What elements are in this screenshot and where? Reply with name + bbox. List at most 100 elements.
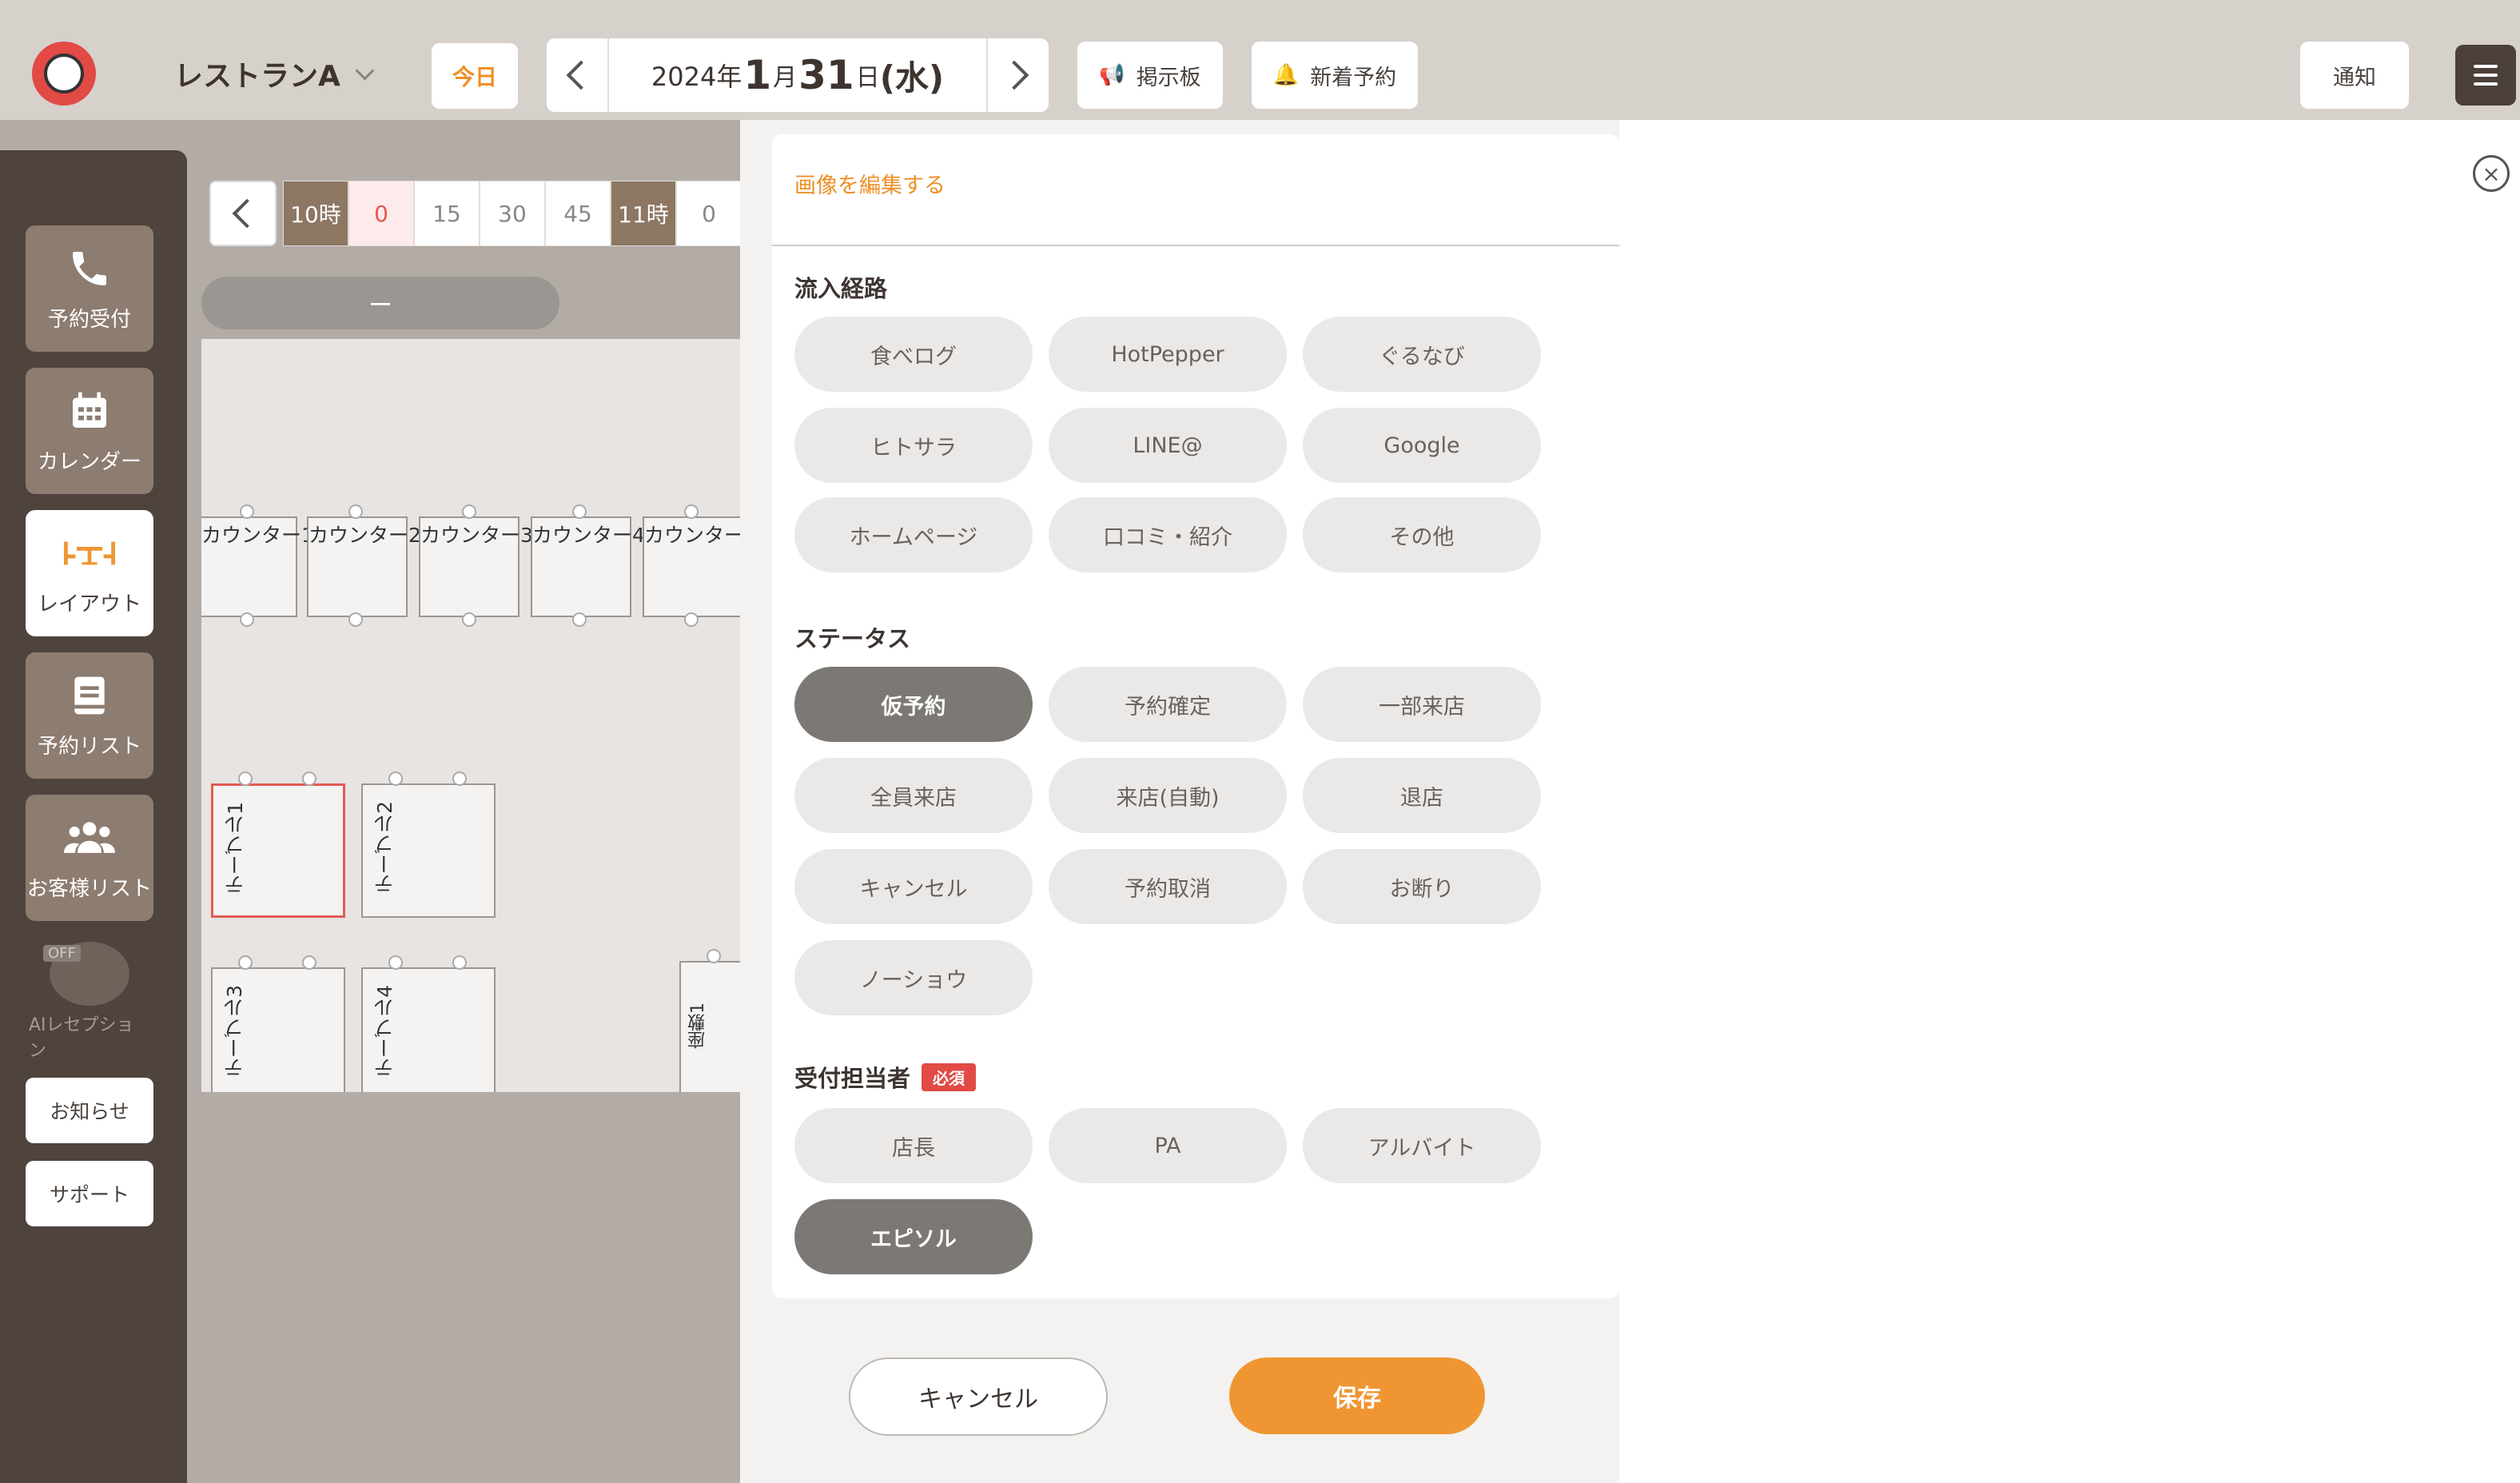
edit-image-link[interactable]: 画像を編集する	[794, 168, 945, 199]
timeline-prev-button[interactable]	[209, 181, 277, 246]
book-icon	[64, 672, 115, 719]
source-option[interactable]: LINE@	[1049, 408, 1287, 483]
status-option[interactable]: キャンセル	[794, 849, 1033, 924]
time-cell[interactable]: 0	[348, 181, 414, 246]
counter-seat-1[interactable]: カウンター1	[201, 516, 314, 617]
app-logo[interactable]	[32, 42, 96, 106]
close-icon[interactable]: ×	[2473, 155, 2510, 192]
seat-label: テーブル2	[373, 801, 396, 894]
section-divider	[772, 245, 1619, 246]
zashiki-seat-1[interactable]: 座敷1	[679, 961, 745, 1092]
sidebar-item-label: 予約受付	[47, 307, 131, 332]
megaphone-icon: 📢	[1099, 63, 1125, 87]
date-weekday: (水)	[879, 58, 945, 98]
support-button[interactable]: サポート	[26, 1161, 153, 1226]
chair-marker	[348, 612, 363, 627]
chevron-right-icon	[999, 60, 1029, 90]
staff-option-selected[interactable]: エピソル	[794, 1199, 1033, 1274]
status-option[interactable]: 来店(自動)	[1049, 758, 1287, 833]
source-option[interactable]: ヒトサラ	[794, 408, 1033, 483]
time-cell[interactable]: 15	[414, 181, 480, 246]
source-option[interactable]: 食べログ	[794, 317, 1033, 392]
chair-marker	[684, 612, 699, 627]
chair-marker	[462, 504, 476, 519]
required-badge: 必須	[922, 1062, 977, 1091]
source-option[interactable]: その他	[1303, 497, 1541, 572]
new-reservation-button[interactable]: 🔔 新着予約	[1252, 42, 1418, 109]
counter-seat-5[interactable]: カウンター	[643, 516, 745, 617]
sidebar-item-calendar[interactable]: カレンダー	[26, 368, 153, 494]
chevron-down-icon	[355, 60, 375, 81]
counter-seat-2[interactable]: カウンター2	[307, 516, 421, 617]
counter-seat-4[interactable]: カウンター4	[531, 516, 645, 617]
source-option[interactable]: Google	[1303, 408, 1541, 483]
status-option[interactable]: 予約確定	[1049, 667, 1287, 742]
chair-marker	[462, 612, 476, 627]
table-seat-3[interactable]: テーブル3	[211, 967, 345, 1092]
table-seat-4[interactable]: テーブル4	[361, 967, 496, 1092]
store-selector[interactable]: レストランA	[174, 53, 375, 94]
cancel-button[interactable]: キャンセル	[849, 1357, 1108, 1436]
layout-icon	[64, 530, 115, 576]
date-picker: 2024年 1 月 31 日 (水)	[547, 38, 1049, 112]
floor-selector-pill[interactable]: ー	[201, 277, 559, 329]
source-section-title: 流入経路	[794, 270, 887, 304]
date-month-unit: 月	[773, 64, 798, 92]
counter-seat-3[interactable]: カウンター3	[419, 516, 533, 617]
seat-label: テーブル4	[373, 985, 396, 1078]
save-button[interactable]: 保存	[1229, 1357, 1485, 1434]
seat-label: テーブル3	[223, 985, 246, 1078]
source-option[interactable]: ホームページ	[794, 497, 1033, 572]
time-cell[interactable]: 10時	[283, 181, 348, 246]
chair-marker	[240, 612, 254, 627]
status-option[interactable]: 退店	[1303, 758, 1541, 833]
sidebar-item-label: 予約リスト	[37, 734, 141, 759]
board-button[interactable]: 📢 掲示板	[1077, 42, 1223, 109]
chair-marker	[572, 612, 587, 627]
current-date[interactable]: 2024年 1 月 31 日 (水)	[607, 38, 986, 112]
sidebar-item-label: レイアウト	[37, 592, 141, 616]
sidebar-item-layout[interactable]: レイアウト	[26, 510, 153, 636]
staff-option[interactable]: アルバイト	[1303, 1108, 1541, 1183]
news-button[interactable]: お知らせ	[26, 1078, 153, 1143]
chair-marker	[452, 955, 467, 970]
table-seat-1[interactable]: テーブル1	[211, 783, 345, 918]
time-cell[interactable]: 30	[480, 181, 545, 246]
next-day-button[interactable]	[986, 38, 1049, 112]
sidebar-item-reservation[interactable]: 予約受付	[26, 225, 153, 352]
status-option-selected[interactable]: 仮予約	[794, 667, 1033, 742]
time-cell[interactable]: 0	[676, 181, 742, 246]
status-option[interactable]: 予約取消	[1049, 849, 1287, 924]
sidebar-item-label: カレンダー	[37, 449, 141, 474]
source-option[interactable]: ぐるなび	[1303, 317, 1541, 392]
section-title: ステータス	[794, 625, 911, 652]
chevron-left-icon	[232, 198, 262, 229]
table-seat-2[interactable]: テーブル2	[361, 783, 496, 918]
sidebar-item-label: お客様リスト	[26, 876, 152, 901]
staff-option[interactable]: PA	[1049, 1108, 1287, 1183]
seat-label: カウンター3	[420, 524, 533, 547]
chair-marker	[388, 955, 403, 970]
status-option[interactable]: 全員来店	[794, 758, 1033, 833]
staff-option[interactable]: 店長	[794, 1108, 1033, 1183]
status-option[interactable]: ノーショウ	[794, 940, 1033, 1015]
source-option[interactable]: 口コミ・紹介	[1049, 497, 1287, 572]
today-button[interactable]: 今日	[432, 43, 518, 109]
sidebar-item-reservation-list[interactable]: 予約リスト	[26, 652, 153, 779]
ai-reception-button[interactable]: OFF AIレセプション	[29, 942, 150, 1062]
hamburger-menu-icon[interactable]	[2455, 45, 2516, 106]
status-option[interactable]: 一部来店	[1303, 667, 1541, 742]
date-day: 31	[798, 52, 854, 98]
time-cell[interactable]: 11時	[611, 181, 676, 246]
ai-reception-avatar-icon: OFF	[43, 942, 129, 1006]
source-option[interactable]: HotPepper	[1049, 317, 1287, 392]
status-option[interactable]: お断り	[1303, 849, 1541, 924]
new-reservation-label: 新着予約	[1310, 65, 1397, 90]
sidebar-item-customer-list[interactable]: お客様リスト	[26, 795, 153, 921]
prev-day-button[interactable]	[547, 38, 607, 112]
notice-button[interactable]: 通知	[2300, 42, 2409, 109]
time-cell[interactable]: 45	[545, 181, 611, 246]
bell-icon: 🔔	[1272, 63, 1300, 87]
chair-marker	[684, 504, 699, 519]
store-name: レストランA	[174, 60, 340, 93]
